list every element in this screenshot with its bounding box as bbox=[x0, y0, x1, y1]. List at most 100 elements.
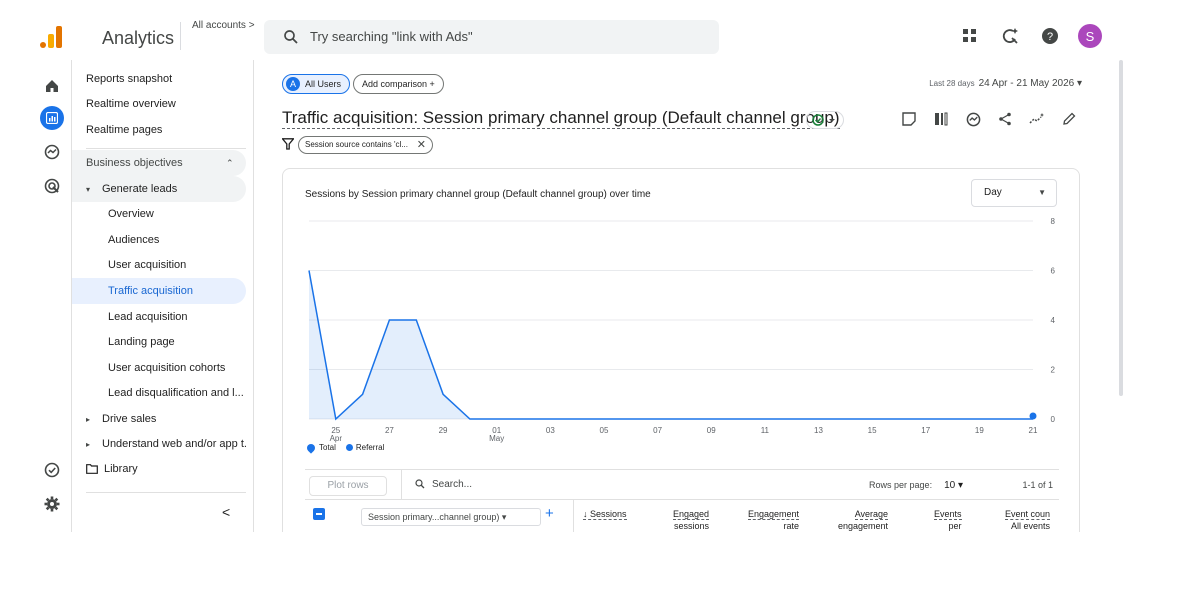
collapse-sidebar-button[interactable]: < bbox=[222, 504, 230, 520]
x-tick-label: 07 bbox=[653, 426, 662, 435]
search-icon bbox=[415, 479, 425, 489]
report-status-dropdown[interactable] bbox=[806, 111, 844, 129]
sidebar-item-lead-disqualification[interactable]: Lead disqualification and l... bbox=[72, 380, 246, 406]
column-sublabel: per bbox=[948, 521, 962, 531]
search-bar[interactable]: Try searching "link with Ads" bbox=[264, 20, 719, 54]
admin-check-icon[interactable] bbox=[40, 458, 64, 482]
date-range-picker[interactable]: Last 28 days 24 Apr - 21 May 2026 ▾ bbox=[929, 78, 1082, 89]
dimension-select[interactable]: Session primary...channel group) ▾ bbox=[361, 508, 541, 526]
add-dimension-button[interactable]: + bbox=[545, 505, 554, 522]
column-sublabel: sessions bbox=[674, 521, 710, 531]
legend-item-referral[interactable]: Referral bbox=[345, 443, 385, 452]
settings-gear-icon[interactable] bbox=[40, 492, 64, 516]
column-label: Event coun bbox=[1005, 509, 1051, 520]
column-label: Average bbox=[854, 509, 889, 520]
nav-rail bbox=[32, 60, 72, 532]
sidebar-item-lead-acquisition[interactable]: Lead acquisition bbox=[72, 304, 246, 330]
x-tick-label: 11 bbox=[761, 426, 770, 435]
sidebar-item-reports-snapshot[interactable]: Reports snapshot bbox=[72, 66, 246, 92]
explore-icon[interactable] bbox=[40, 140, 64, 164]
sidebar-item-user-acquisition[interactable]: User acquisition bbox=[72, 252, 246, 278]
segment-chip-all-users[interactable]: A All Users bbox=[282, 74, 351, 94]
rows-per-page-label: Rows per page: bbox=[869, 480, 933, 490]
column-event-count[interactable]: Event coun All events bbox=[1005, 508, 1051, 532]
dot-marker-icon bbox=[345, 444, 353, 452]
analytics-logo-icon[interactable] bbox=[40, 26, 62, 48]
sidebar-item-landing-page[interactable]: Landing page bbox=[72, 329, 246, 355]
chart-legend: Total Referral bbox=[305, 442, 385, 454]
filter-chip-session-source[interactable]: Session source contains 'cl... ✕ bbox=[298, 136, 433, 154]
y-tick-label: 2 bbox=[1051, 366, 1056, 375]
edit-pencil-icon[interactable] bbox=[1060, 110, 1078, 128]
add-comparison-button[interactable]: Add comparison + bbox=[353, 74, 444, 94]
advertising-icon[interactable] bbox=[40, 174, 64, 198]
page-scrollbar[interactable] bbox=[1119, 60, 1123, 396]
chart-svg: 0246825Apr27 29 01May03 05 07 09 11 13 15 17 19 21 bbox=[308, 217, 1056, 443]
column-events-per[interactable]: Events per bbox=[934, 508, 962, 532]
legend-label: Referral bbox=[355, 443, 385, 452]
insights-chart-icon[interactable] bbox=[964, 110, 982, 128]
folder-icon bbox=[86, 456, 104, 482]
compare-columns-icon[interactable] bbox=[932, 110, 950, 128]
avatar[interactable]: S bbox=[1078, 24, 1102, 48]
note-icon[interactable] bbox=[900, 110, 918, 128]
insights-icon[interactable] bbox=[998, 24, 1022, 48]
legend-item-total[interactable]: Total bbox=[305, 442, 336, 454]
select-all-checkbox[interactable] bbox=[313, 508, 325, 520]
column-sublabel: All events bbox=[1011, 521, 1051, 531]
group-understand-web-app[interactable]: ▸ Understand web and/or app t... bbox=[72, 431, 246, 457]
sidebar-item-overview[interactable]: Overview bbox=[72, 201, 246, 227]
caret-right-icon: ▸ bbox=[86, 415, 91, 424]
dropdown-arrow-icon: ▼ bbox=[1038, 188, 1046, 197]
chart-title: Sessions by Session primary channel grou… bbox=[305, 189, 651, 200]
segment-badge: A bbox=[286, 77, 300, 91]
divider bbox=[180, 22, 181, 50]
sidebar-item-traffic-acquisition[interactable]: Traffic acquisition bbox=[72, 278, 246, 304]
group-generate-leads[interactable]: ▾ Generate leads bbox=[72, 176, 246, 202]
close-icon[interactable]: ✕ bbox=[417, 137, 426, 153]
share-icon[interactable] bbox=[996, 110, 1014, 128]
x-tick-label: 19 bbox=[975, 426, 984, 435]
account-selector[interactable]: All accounts > bbox=[192, 20, 255, 31]
rows-per-page-select[interactable]: 10 ▾ bbox=[944, 480, 963, 491]
apps-grid-icon[interactable] bbox=[958, 24, 982, 48]
column-label: Events bbox=[934, 509, 962, 520]
column-engaged-sessions[interactable]: Engaged sessions bbox=[673, 508, 710, 532]
x-tick-label: 27 bbox=[385, 426, 394, 435]
plot-rows-button[interactable]: Plot rows bbox=[309, 476, 387, 496]
y-tick-label: 0 bbox=[1051, 415, 1056, 424]
column-label: Engaged bbox=[673, 509, 710, 520]
chart-card: 0 2 4 6 8 25 Apr 27 29 01 May 03 05 07 09 11 13 15 17 19 21 … bbox=[282, 168, 1080, 532]
group-label: Generate leads bbox=[102, 183, 178, 195]
filter-funnel-icon bbox=[282, 138, 294, 150]
date-range-value: 24 Apr - 21 May 2026 ▾ bbox=[978, 78, 1082, 89]
column-sessions[interactable]: ↓ Sessions bbox=[583, 508, 627, 520]
sidebar-item-library[interactable]: Library bbox=[72, 456, 246, 482]
table-search[interactable]: Search... bbox=[401, 470, 551, 500]
search-input[interactable]: Try searching "link with Ads" bbox=[310, 29, 473, 44]
column-average-engagement[interactable]: Average engagement bbox=[838, 508, 889, 532]
granularity-select[interactable]: Day ▼ bbox=[971, 179, 1057, 207]
sidebar-item-audiences[interactable]: Audiences bbox=[72, 227, 246, 253]
x-tick-label: 03 bbox=[546, 426, 555, 435]
help-icon[interactable]: ? bbox=[1038, 24, 1062, 48]
rows-per-page[interactable]: Rows per page: 10 ▾ bbox=[869, 470, 963, 501]
y-tick-label: 8 bbox=[1051, 217, 1056, 226]
table-search-input[interactable]: Search... bbox=[432, 479, 472, 490]
report-main: A All Users Add comparison + Last 28 day… bbox=[255, 60, 1120, 532]
x-tick-label: 15 bbox=[868, 426, 877, 435]
divider bbox=[86, 148, 246, 149]
sidebar-item-realtime-overview[interactable]: Realtime overview bbox=[72, 91, 246, 117]
column-label: ↓ Sessions bbox=[583, 509, 627, 520]
sidebar-item-user-acquisition-cohorts[interactable]: User acquisition cohorts bbox=[72, 355, 246, 381]
group-drive-sales[interactable]: ▸ Drive sales bbox=[72, 406, 246, 432]
granularity-value: Day bbox=[984, 187, 1002, 198]
x-tick-label: 05 bbox=[600, 426, 609, 435]
column-engagement-rate[interactable]: Engagement rate bbox=[748, 508, 800, 532]
trend-sparkle-icon[interactable] bbox=[1028, 110, 1046, 128]
reports-icon[interactable] bbox=[40, 106, 64, 130]
section-business-objectives[interactable]: Business objectives ⌃ bbox=[72, 150, 246, 176]
page-title[interactable]: Traffic acquisition: Session primary cha… bbox=[282, 108, 840, 129]
home-icon[interactable] bbox=[40, 74, 64, 98]
sidebar-item-realtime-pages[interactable]: Realtime pages bbox=[72, 117, 246, 143]
